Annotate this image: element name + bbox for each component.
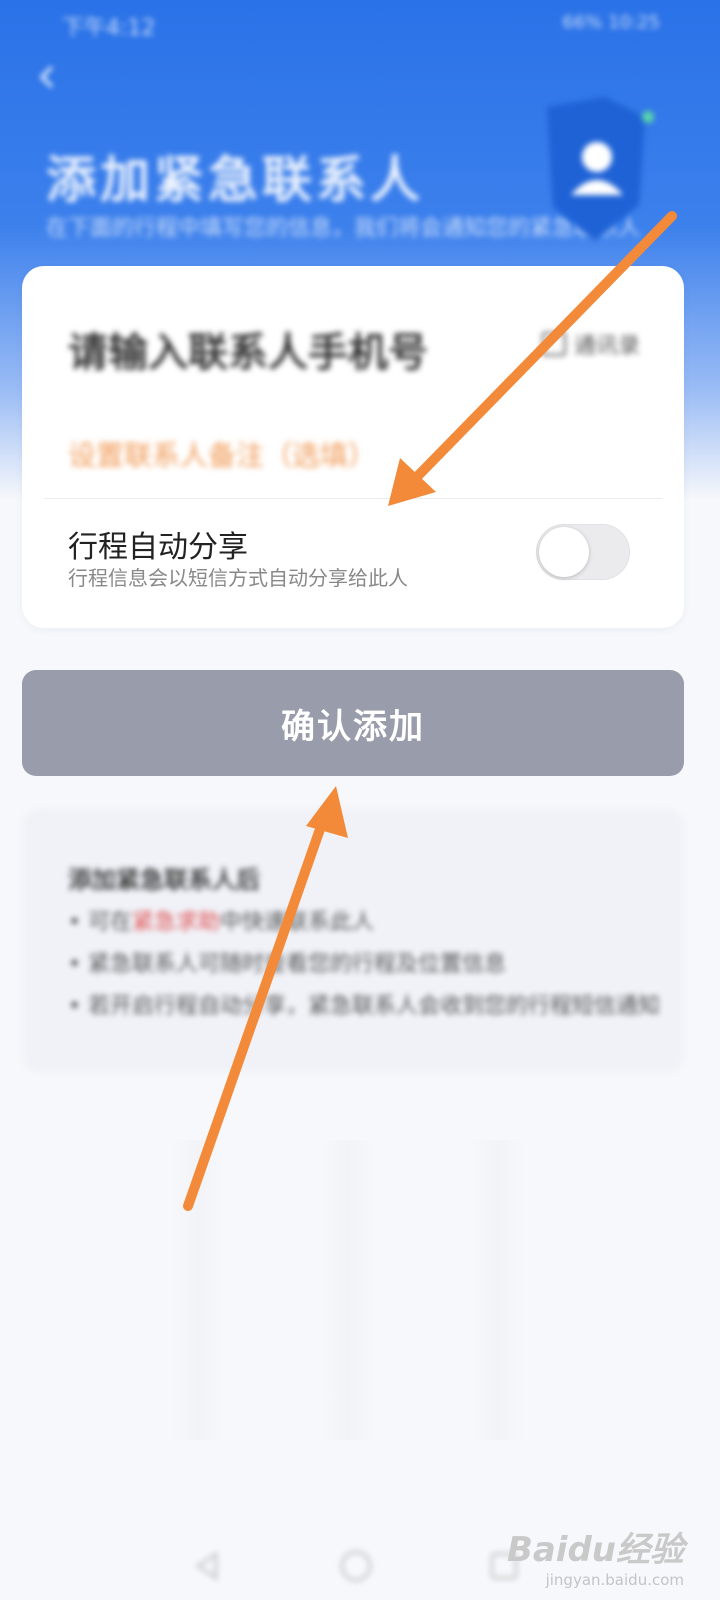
auto-share-title: 行程自动分享 bbox=[68, 530, 248, 565]
baidu-jingyan-watermark: Baidu经验 jingyan.baidu.com bbox=[507, 1522, 684, 1589]
shield-contact-icon bbox=[535, 95, 665, 245]
divider bbox=[44, 498, 662, 499]
nav-home-icon[interactable] bbox=[338, 1548, 374, 1584]
contacts-book-icon bbox=[541, 332, 566, 356]
status-time: 下午4:12 bbox=[62, 16, 156, 41]
background-pattern bbox=[320, 1140, 376, 1440]
notes-line: • 可在紧急求助中快速联系此人 bbox=[68, 910, 375, 935]
remark-input[interactable]: 设置联系人备注（选填） bbox=[68, 434, 376, 474]
confirm-add-button[interactable]: 确认添加 bbox=[22, 670, 684, 776]
auto-share-toggle[interactable] bbox=[536, 524, 630, 580]
status-indicators: 66% 10:25 bbox=[562, 12, 660, 33]
notes-line: • 紧急联系人可随时查看您的行程及位置信息 bbox=[68, 952, 506, 977]
nav-back-icon[interactable] bbox=[190, 1548, 226, 1584]
background-pattern bbox=[170, 1140, 226, 1440]
contacts-label: 通讯录 bbox=[573, 334, 640, 359]
phone-input[interactable]: 请输入联系人手机号 bbox=[68, 320, 428, 378]
contacts-button[interactable]: 通讯录 bbox=[541, 328, 640, 360]
toggle-knob bbox=[539, 527, 589, 577]
emergency-contact-form-card: 请输入联系人手机号 通讯录 设置联系人备注（选填） 行程自动分享 行程信息会以短… bbox=[22, 266, 684, 628]
back-arrow-icon[interactable] bbox=[34, 64, 60, 90]
notes-card: 添加紧急联系人后 • 可在紧急求助中快速联系此人 • 紧急联系人可随时查看您的行… bbox=[22, 808, 684, 1073]
watermark-url: jingyan.baidu.com bbox=[545, 1571, 684, 1589]
watermark-logo: Baidu经验 bbox=[506, 1530, 684, 1570]
notes-line: • 若开启行程自动分享，紧急联系人会收到您的行程短信通知 bbox=[68, 994, 660, 1019]
background-pattern bbox=[470, 1140, 526, 1440]
page-title: 添加紧急联系人 bbox=[46, 151, 424, 209]
status-bar: 下午4:12 66% 10:25 bbox=[0, 0, 720, 50]
notes-title: 添加紧急联系人后 bbox=[68, 866, 260, 894]
auto-share-description: 行程信息会以短信方式自动分享给此人 bbox=[68, 566, 408, 590]
